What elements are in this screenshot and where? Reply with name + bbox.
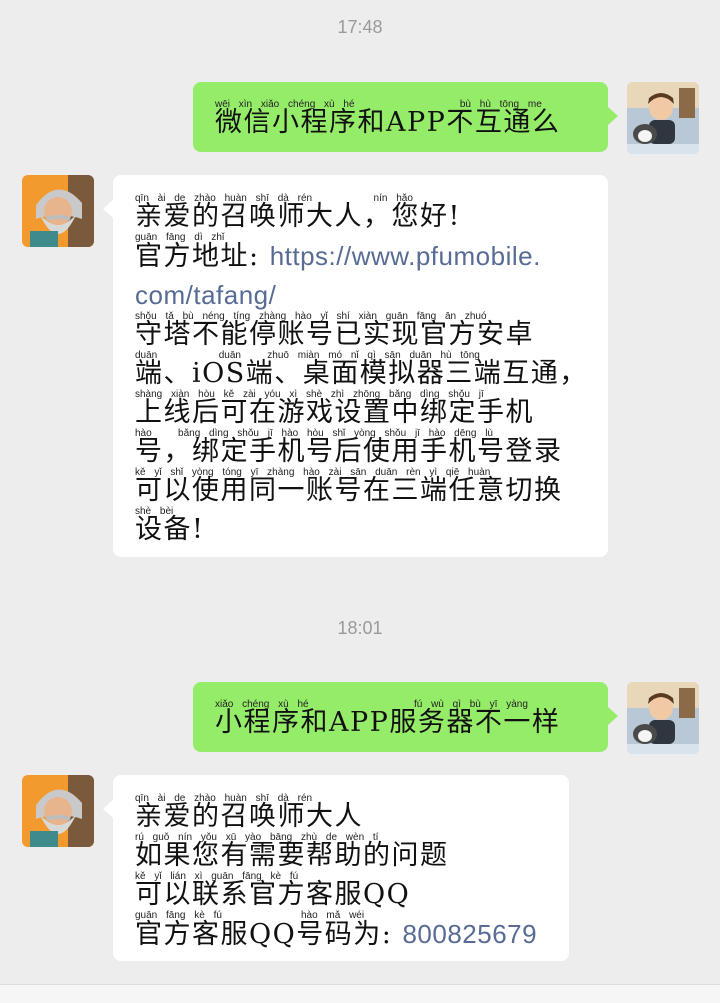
message-text: 号，绑定手机号后使用手机号登录	[135, 436, 563, 467]
input-bar-edge	[0, 984, 720, 1003]
user-avatar[interactable]	[627, 82, 699, 154]
message-text: 上线后可在游戏设置中绑定手机	[135, 397, 534, 428]
address-label: 官方地址:	[135, 241, 270, 272]
qq-number-link[interactable]: 800825679	[402, 919, 537, 949]
message-text: 可以使用同一账号在三端任意切换	[135, 475, 563, 506]
message-text: 守塔不能停账号已实现官方安卓	[135, 319, 534, 350]
user-avatar[interactable]	[627, 682, 699, 754]
message-text: 可以联系官方客服QQ	[135, 879, 411, 910]
received-message-bubble[interactable]: qīn ài de zhào huàn shī dà rén 亲爱的召唤师大人 …	[103, 775, 569, 961]
message-text-with-number: 官方客服QQ号码为: 800825679	[135, 919, 537, 950]
message-text: 亲爱的召唤师大人	[135, 801, 363, 832]
sent-message-bubble[interactable]: xiǎo chéng xù hé fú wù qì bù yī yàng 小程序…	[193, 682, 618, 752]
timestamp: 17:48	[337, 17, 383, 37]
qq-label: 官方客服QQ号码为:	[135, 919, 403, 950]
sent-message-bubble[interactable]: wēi xìn xiǎo chéng xù hé bù hù tōng me 微…	[193, 82, 618, 152]
message-text: 端、iOS端、桌面模拟器三端互通，	[135, 358, 588, 389]
timestamp: 18:01	[337, 618, 383, 638]
message-text: 小程序和APP服务器不一样	[215, 707, 561, 738]
message-text: 微信小程序和APP不互通么	[215, 107, 561, 138]
message-text: 亲爱的召唤师大人，您好!	[135, 201, 461, 232]
message-text: 设备!	[135, 514, 205, 545]
message-text: 如果您有需要帮助的问题	[135, 840, 449, 871]
received-message-bubble[interactable]: qīn ài de zhào huàn shī dà rén nín hǎo 亲…	[103, 175, 608, 557]
official-link[interactable]: https://www.pfumobile.	[270, 241, 541, 271]
wizard-avatar[interactable]	[22, 775, 94, 847]
message-text-with-link: 官方地址: https://www.pfumobile.	[135, 241, 541, 272]
official-link-continued[interactable]: com/tafang/	[135, 280, 276, 310]
wizard-avatar[interactable]	[22, 175, 94, 247]
